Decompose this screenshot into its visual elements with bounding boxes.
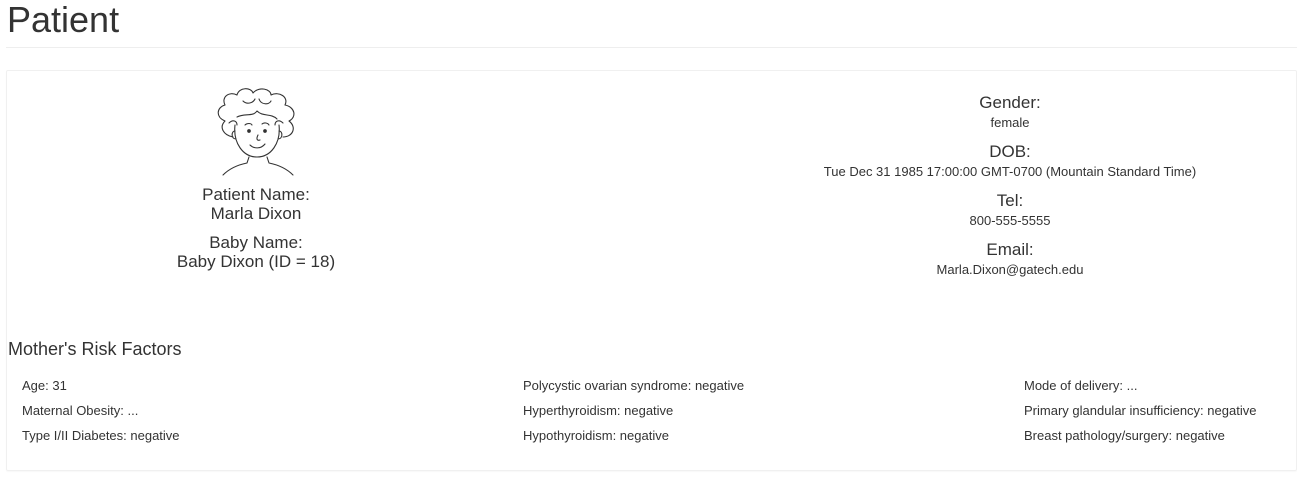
email-value: Marla.Dixon@gatech.edu [936,262,1084,277]
baby-name-label: Baby Name: [209,233,303,252]
patient-identity: Patient Name: Marla Dixon Baby Name: Bab… [120,185,392,280]
page-header: Patient [6,0,1297,48]
risk-factor-hyperthyroidism: Hyperthyroidism: negative [523,403,674,418]
patient-name: Marla Dixon [210,204,302,223]
dob-label: DOB: [989,142,1031,161]
risk-factor-pcos: Polycystic ovarian syndrome: negative [523,378,745,393]
risk-factor-age: Age: 31 [22,378,67,393]
gender-value: female [990,115,1030,130]
tel-label: Tel: [996,191,1024,210]
tel-value: 800-555-5555 [969,213,1051,228]
risk-factor-breast-pathology: Breast pathology/surgery: negative [1024,428,1225,443]
patient-details: Gender: female DOB: Tue Dec 31 1985 17:0… [760,93,1260,283]
page-title: Patient [7,0,120,40]
dob-value: Tue Dec 31 1985 17:00:00 GMT-0700 (Mount… [823,164,1197,179]
risk-factor-maternal-obesity: Maternal Obesity: ... [22,403,139,418]
risk-factor-diabetes: Type I/II Diabetes: negative [22,428,180,443]
email-label: Email: [986,240,1034,259]
patient-avatar-icon [217,88,295,176]
risk-factor-mode-of-delivery: Mode of delivery: ... [1024,378,1138,393]
gender-label: Gender: [979,93,1041,112]
risk-factor-hypothyroidism: Hypothyroidism: negative [523,428,669,443]
risk-factor-glandular-insufficiency: Primary glandular insufficiency: negativ… [1024,403,1257,418]
baby-name: Baby Dixon (ID = 18) [176,252,336,271]
patient-name-label: Patient Name: [202,185,310,204]
risk-factors-title: Mother's Risk Factors [8,339,182,359]
